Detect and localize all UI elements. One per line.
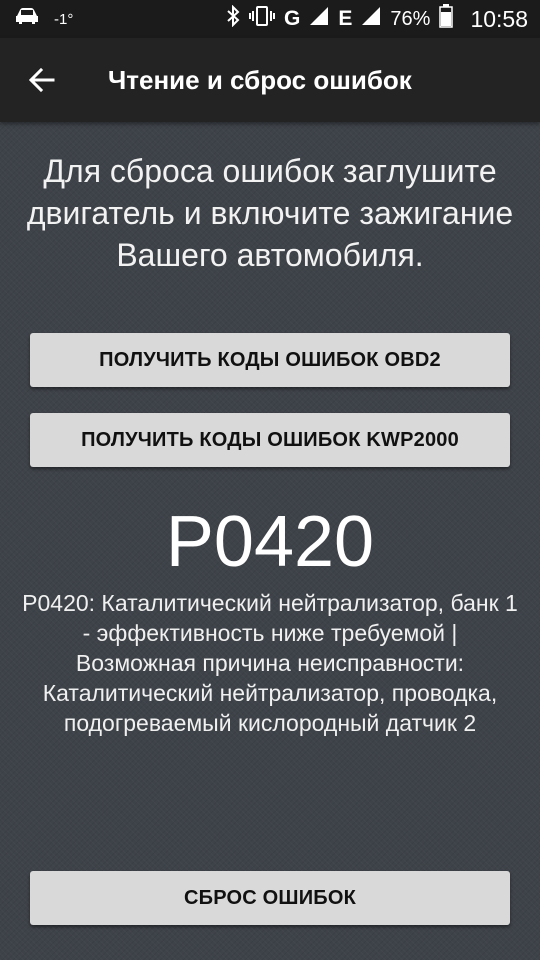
status-bar-left: -1° [14, 7, 73, 31]
page-title: Чтение и сброс ошибок [108, 64, 412, 95]
status-bar-right: G E 76% 10:58 [226, 4, 528, 34]
vibrate-icon [249, 5, 276, 33]
bluetooth-icon [226, 4, 240, 33]
status-bar: -1° G E 76% 10:58 [0, 0, 540, 38]
back-button[interactable] [16, 54, 68, 106]
network-type2-text: E [338, 7, 353, 30]
get-kwp2000-codes-button[interactable]: ПОЛУЧИТЬ КОДЫ ОШИБОК KWP2000 [30, 413, 510, 467]
clock-text: 10:58 [470, 5, 528, 32]
instruction-text: Для сброса ошибок заглушите двигатель и … [26, 153, 514, 273]
temperature-text: -1° [54, 10, 74, 28]
battery-icon [439, 4, 454, 34]
car-icon [14, 7, 40, 31]
get-obd2-codes-button[interactable]: ПОЛУЧИТЬ КОДЫ ОШИБОК OBD2 [30, 333, 510, 387]
battery-percent-text: 76% [390, 7, 431, 30]
reset-errors-button[interactable]: СБРОС ОШИБОК [30, 871, 510, 925]
error-code: P0420 [165, 502, 375, 582]
toolbar: Чтение и сброс ошибок [0, 38, 540, 122]
network-type-text: G [284, 7, 301, 30]
arrow-back-icon [29, 67, 55, 93]
signal-icon [309, 6, 329, 32]
signal2-icon [361, 6, 381, 32]
error-description: P0420: Каталитический нейтрализатор, бан… [22, 590, 518, 736]
